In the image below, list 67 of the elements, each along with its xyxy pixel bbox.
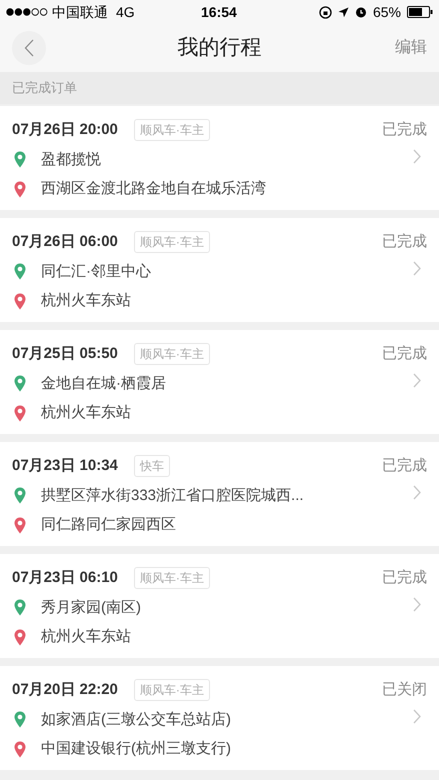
destination-location: 杭州火车东站 [41, 291, 131, 311]
trip-card[interactable]: 07月26日 06:00 顺风车·车主 已完成 同仁汇·邻里中心 杭州火车东站 [0, 218, 439, 322]
signal-strength-icon [6, 8, 48, 16]
start-location: 金地自在城·栖霞居 [41, 374, 166, 394]
alarm-clock-icon [354, 6, 367, 18]
back-chevron-icon [24, 39, 34, 57]
trip-status: 已完成 [382, 568, 427, 588]
destination-location: 杭州火车东站 [41, 403, 131, 423]
location-arrow-icon [338, 6, 349, 18]
location-pin-icon [14, 711, 26, 728]
location-pin-icon [14, 375, 26, 392]
trip-status: 已关闭 [382, 680, 427, 700]
trip-status: 已完成 [382, 344, 427, 364]
trip-type-tag: 顺风车·车主 [134, 343, 210, 366]
destination-location: 杭州火车东站 [41, 627, 131, 647]
chevron-right-icon [413, 373, 421, 388]
back-button[interactable] [12, 31, 46, 65]
chevron-right-icon [413, 485, 421, 500]
trip-type-tag: 顺风车·车主 [134, 679, 210, 702]
trip-type-tag: 顺风车·车主 [134, 567, 210, 590]
location-pin-icon [14, 628, 26, 646]
location-pin-icon [14, 292, 26, 310]
chevron-right-icon [413, 149, 421, 164]
trip-type-tag: 顺风车·车主 [134, 119, 210, 142]
start-location: 秀月家园(南区) [41, 598, 141, 618]
chevron-right-icon [413, 709, 421, 724]
destination-location: 同仁路同仁家园西区 [41, 515, 176, 535]
location-pin-icon [14, 151, 26, 168]
location-pin-icon [14, 404, 26, 422]
trip-card[interactable]: 07月20日 22:20 顺风车·车主 已关闭 如家酒店(三墩公交车总站店) 中国建设银行(杭州三墩支行) [0, 666, 439, 770]
trip-datetime: 07月25日 05:50 [12, 344, 118, 364]
location-pin-icon [14, 180, 26, 198]
carrier-label: 中国联通 [52, 2, 108, 22]
trip-status: 已完成 [382, 456, 427, 476]
battery-icon [407, 6, 433, 18]
trip-card[interactable]: 07月23日 06:10 顺风车·车主 已完成 秀月家园(南区) 杭州火车东站 [0, 554, 439, 658]
battery-percentage: 65% [372, 2, 401, 22]
start-location: 如家酒店(三墩公交车总站店) [41, 710, 231, 730]
trip-datetime: 07月23日 06:10 [12, 568, 118, 588]
location-pin-icon [14, 599, 26, 616]
destination-location: 西湖区金渡北路金地自在城乐活湾 [41, 179, 266, 199]
trip-status: 已完成 [382, 120, 427, 140]
start-location: 同仁汇·邻里中心 [41, 262, 151, 282]
start-location: 拱墅区萍水街333浙江省口腔医院城西... [41, 486, 304, 506]
clock-time: 16:54 [201, 2, 237, 22]
destination-location: 中国建设银行(杭州三墩支行) [41, 739, 231, 759]
start-location: 盈都揽悦 [41, 150, 101, 170]
trip-datetime: 07月20日 22:20 [12, 680, 118, 700]
chevron-right-icon [413, 597, 421, 612]
trip-datetime: 07月23日 10:34 [12, 456, 118, 476]
location-pin-icon [14, 263, 26, 280]
trip-datetime: 07月26日 20:00 [12, 120, 118, 140]
trip-datetime: 07月26日 06:00 [12, 232, 118, 252]
network-label: 4G [116, 2, 135, 22]
location-pin-icon [14, 487, 26, 504]
section-header: 已完成订单 [12, 79, 77, 98]
chevron-right-icon [413, 261, 421, 276]
location-pin-icon [14, 516, 26, 534]
trip-status: 已完成 [382, 232, 427, 252]
trip-type-tag: 顺风车·车主 [134, 231, 210, 254]
location-pin-icon [14, 740, 26, 758]
trip-card[interactable]: 07月23日 10:34 快车 已完成 拱墅区萍水街333浙江省口腔医院城西... 同仁路同仁家园西区 [0, 442, 439, 546]
trip-card[interactable]: 07月25日 05:50 顺风车·车主 已完成 金地自在城·栖霞居 杭州火车东站 [0, 330, 439, 434]
rotation-lock-icon [318, 6, 332, 18]
trip-type-tag: 快车 [134, 455, 170, 478]
trip-card[interactable]: 07月26日 20:00 顺风车·车主 已完成 盈都揽悦 西湖区金渡北路金地自在城乐活湾 [0, 106, 439, 210]
page-title: 我的行程 [178, 35, 262, 62]
